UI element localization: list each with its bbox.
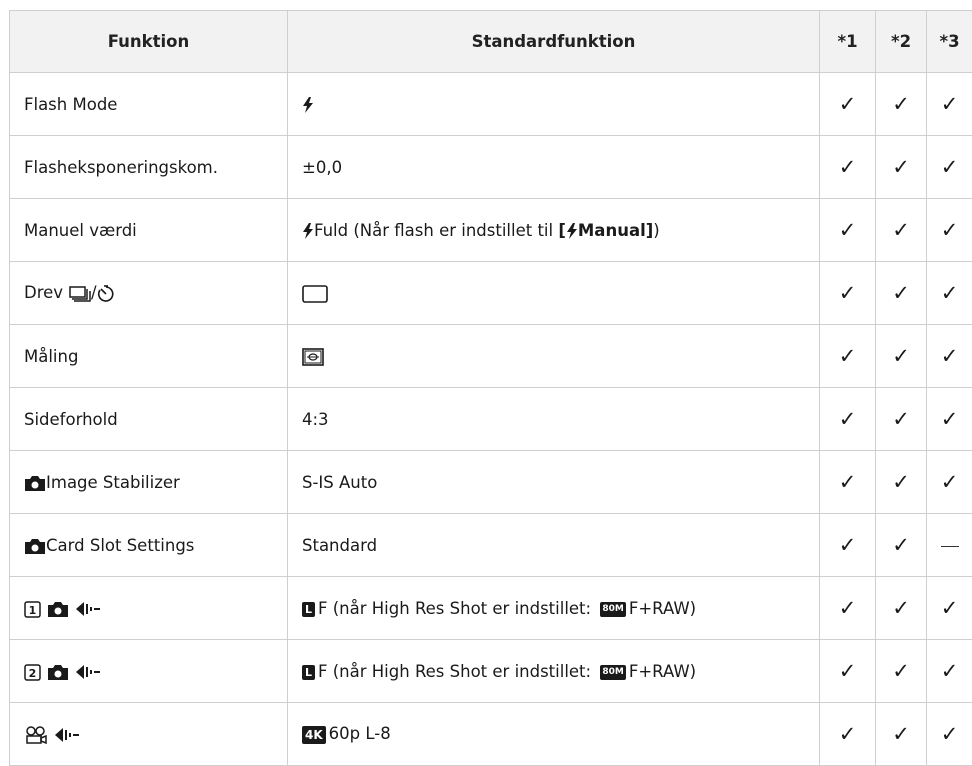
row-funktion: Flash Mode (10, 73, 288, 136)
mark-col2: ✓ (876, 73, 927, 136)
row-funktion: Måling (10, 325, 288, 388)
mark-col1: ✓ (820, 514, 876, 577)
mark-col3: ✓ (927, 136, 972, 199)
mark-col1: ✓ (820, 577, 876, 640)
video-icon (24, 726, 48, 744)
custom-mode-1-icon: 1 (24, 601, 41, 618)
svg-text:1: 1 (29, 604, 37, 617)
not-applicable-dash (941, 546, 959, 547)
image-quality-icon (54, 727, 80, 743)
row-funktion: Image Stabilizer (10, 451, 288, 514)
table-row: 1 LF (når High Res Shot er indstillet: 8… (10, 577, 972, 640)
mark-col3: ✓ (927, 577, 972, 640)
row-funktion: 2 (10, 640, 288, 703)
row-standard: Fuld (Når flash er indstillet til [Manua… (288, 199, 820, 262)
mark-col2: ✓ (876, 325, 927, 388)
80m-size-badge: 80M (600, 602, 625, 617)
table-row: Manuel værdi Fuld (Når flash er indstill… (10, 199, 972, 262)
mark-col1: ✓ (820, 199, 876, 262)
mark-col3: ✓ (927, 388, 972, 451)
row-standard: S-IS Auto (288, 451, 820, 514)
mark-col1: ✓ (820, 703, 876, 766)
mark-col3: ✓ (927, 640, 972, 703)
row-funktion: Card Slot Settings (10, 514, 288, 577)
image-quality-icon (75, 601, 101, 617)
header-col2: *2 (876, 11, 927, 73)
mark-col1: ✓ (820, 388, 876, 451)
mark-col1: ✓ (820, 73, 876, 136)
row-funktion: 1 (10, 577, 288, 640)
row-standard (288, 262, 820, 325)
mark-col1: ✓ (820, 451, 876, 514)
mark-col2: ✓ (876, 451, 927, 514)
camera-icon (47, 601, 69, 618)
single-frame-icon (302, 285, 328, 303)
settings-table: Funktion Standardfunktion *1 *2 *3 Flash… (9, 10, 972, 766)
table-row: Card Slot Settings Standard ✓ ✓ (10, 514, 972, 577)
header-col1: *1 (820, 11, 876, 73)
table-row: Sideforhold 4:3 ✓ ✓ ✓ (10, 388, 972, 451)
row-standard: LF (når High Res Shot er indstillet: 80M… (288, 640, 820, 703)
image-quality-icon (75, 664, 101, 680)
mark-col1: ✓ (820, 262, 876, 325)
80m-size-badge: 80M (600, 665, 625, 680)
table-row: Flasheksponeringskom. ±0,0 ✓ ✓ ✓ (10, 136, 972, 199)
header-funktion: Funktion (10, 11, 288, 73)
mark-col2: ✓ (876, 703, 927, 766)
mark-col3 (927, 514, 972, 577)
mark-col2: ✓ (876, 136, 927, 199)
mark-col2: ✓ (876, 199, 927, 262)
table-row: Drev / ✓ ✓ ✓ (10, 262, 972, 325)
mark-col2: ✓ (876, 262, 927, 325)
row-standard: 4K60p L-8 (288, 703, 820, 766)
table-row: 2 LF (når High Res Shot er indstillet: 8… (10, 640, 972, 703)
header-standardfunktion: Standardfunktion (288, 11, 820, 73)
large-size-badge: L (302, 602, 315, 617)
row-standard: Standard (288, 514, 820, 577)
mark-col2: ✓ (876, 577, 927, 640)
mark-col1: ✓ (820, 325, 876, 388)
self-timer-icon (97, 285, 115, 303)
mark-col3: ✓ (927, 451, 972, 514)
camera-icon (47, 664, 69, 681)
row-funktion: Sideforhold (10, 388, 288, 451)
mark-col3: ✓ (927, 262, 972, 325)
row-funktion (10, 703, 288, 766)
row-standard: 4:3 (288, 388, 820, 451)
row-standard: ±0,0 (288, 136, 820, 199)
flash-icon (566, 223, 578, 239)
table-row: Image Stabilizer S-IS Auto ✓ ✓ ✓ (10, 451, 972, 514)
table-row: Måling ✓ ✓ ✓ (10, 325, 972, 388)
mark-col2: ✓ (876, 640, 927, 703)
row-standard (288, 325, 820, 388)
sequential-shooting-icon (69, 286, 91, 302)
row-funktion: Manuel værdi (10, 199, 288, 262)
mark-col3: ✓ (927, 703, 972, 766)
mark-col1: ✓ (820, 640, 876, 703)
mark-col1: ✓ (820, 136, 876, 199)
mark-col3: ✓ (927, 199, 972, 262)
row-standard: LF (når High Res Shot er indstillet: 80M… (288, 577, 820, 640)
row-funktion: Flasheksponeringskom. (10, 136, 288, 199)
metering-icon (302, 348, 324, 366)
mark-col3: ✓ (927, 73, 972, 136)
camera-icon (24, 475, 46, 492)
large-size-badge: L (302, 665, 315, 680)
table-header-row: Funktion Standardfunktion *1 *2 *3 (10, 11, 972, 73)
mark-col3: ✓ (927, 325, 972, 388)
header-col3: *3 (927, 11, 972, 73)
row-funktion: Drev / (10, 262, 288, 325)
mark-col2: ✓ (876, 388, 927, 451)
table-row: 4K60p L-8 ✓ ✓ ✓ (10, 703, 972, 766)
row-standard (288, 73, 820, 136)
mark-col2: ✓ (876, 514, 927, 577)
custom-mode-2-icon: 2 (24, 664, 41, 681)
camera-icon (24, 538, 46, 555)
table-row: Flash Mode ✓ ✓ ✓ (10, 73, 972, 136)
flash-icon (302, 223, 314, 239)
flash-icon (302, 97, 314, 113)
svg-text:2: 2 (29, 667, 37, 680)
4k-badge: 4K (302, 726, 326, 744)
